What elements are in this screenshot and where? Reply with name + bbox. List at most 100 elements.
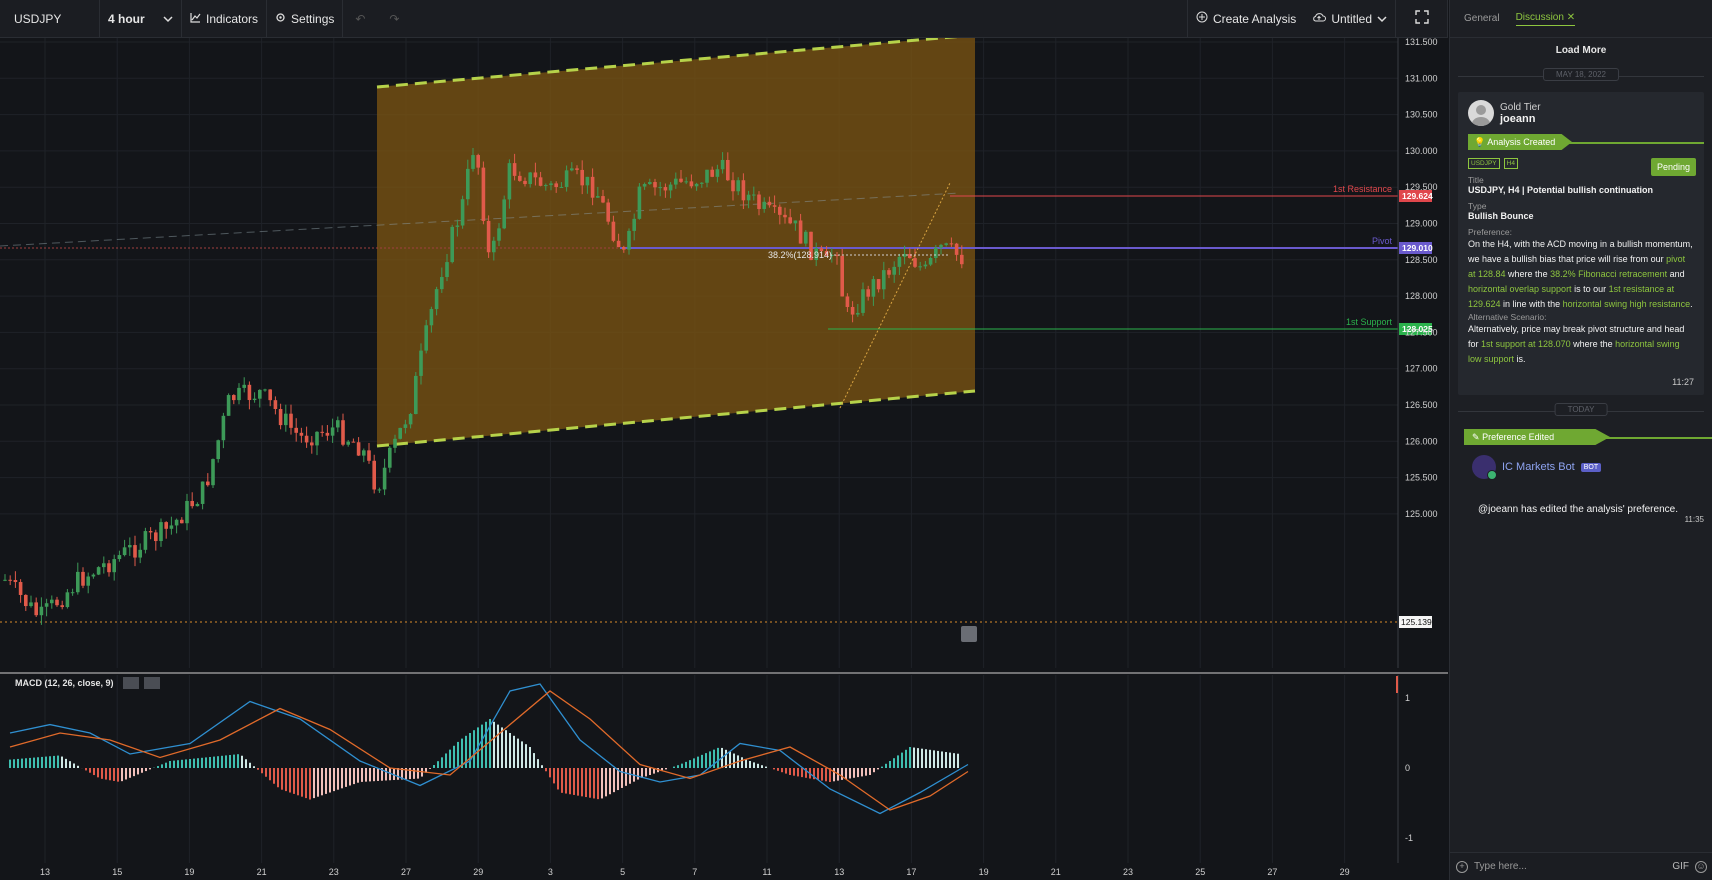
candle-body — [554, 183, 558, 188]
gif-button[interactable]: GIF — [1672, 861, 1689, 872]
symbol-tag: USDJPY — [1468, 158, 1500, 169]
chart-canvas[interactable]: 1st Resistance 129.624 Pivot 129.010 1st Sup… — [0, 33, 1448, 880]
symbol-label: USDJPY — [14, 11, 62, 26]
candle-body — [143, 531, 148, 550]
pencil-icon: ✎ — [1472, 432, 1480, 442]
date-tick-label: 27 — [401, 867, 411, 877]
interval-dropdown[interactable]: 4 hour — [100, 0, 182, 38]
username[interactable]: joeann — [1500, 113, 1541, 125]
date-tick-label: 13 — [834, 867, 844, 877]
symbol-selector[interactable]: USDJPY — [0, 0, 100, 38]
avatar[interactable] — [1468, 100, 1494, 126]
load-more-button[interactable]: Load More — [1450, 41, 1712, 60]
candle-body — [892, 266, 896, 275]
candle-body — [601, 196, 605, 203]
candle-body — [715, 169, 720, 177]
undo-button[interactable]: ↶ — [343, 0, 377, 38]
candle-body — [871, 279, 876, 297]
candle-body — [195, 503, 200, 507]
candle-body — [148, 531, 153, 533]
redo-button[interactable]: ↷ — [377, 0, 411, 38]
settings-button[interactable]: Settings — [267, 0, 344, 38]
candle-body — [294, 427, 298, 433]
alternative-text: Alternatively, price may break pivot str… — [1468, 324, 1685, 364]
candle-body — [694, 183, 699, 187]
date-tick-label: 3 — [548, 867, 553, 877]
bot-avatar[interactable] — [1472, 455, 1497, 480]
tab-discussion[interactable]: Discussion ✕ — [1515, 11, 1576, 26]
candle-body — [731, 180, 735, 192]
candle-body — [273, 400, 278, 409]
trading-app: USDJPY 4 hour Indicators Settings ↶ ↷ Cr… — [0, 0, 1712, 880]
macd-label: MACD (12, 26, close, 9) — [15, 678, 114, 688]
fullscreen-button[interactable] — [1396, 0, 1448, 38]
candle-body — [29, 602, 33, 607]
candle-body — [559, 186, 564, 188]
price-chart[interactable]: 1st Resistance 129.624 Pivot 129.010 1st Sup… — [0, 33, 1448, 880]
candle-body — [736, 180, 740, 192]
candle-body — [471, 155, 475, 169]
preference-label: Preference: — [1468, 227, 1512, 237]
candle-body — [866, 289, 870, 297]
candle-body — [424, 325, 428, 351]
candle-body — [377, 489, 382, 491]
message-input[interactable] — [1474, 861, 1667, 872]
candle-body — [897, 256, 902, 267]
untitled-dropdown[interactable]: Untitled — [1304, 0, 1396, 38]
candle-body — [653, 182, 657, 188]
candle-body — [544, 185, 548, 187]
candle-body — [580, 169, 584, 186]
alternative-label: Alternative Scenario: — [1468, 312, 1547, 322]
candle-body — [679, 178, 683, 182]
tab-general[interactable]: General — [1464, 13, 1500, 24]
candle-body — [81, 571, 85, 586]
candle-body — [216, 440, 220, 460]
status-badge: Pending — [1650, 158, 1696, 176]
candle-body — [502, 199, 506, 229]
support-label: 1st Support — [1346, 317, 1393, 327]
candle-body — [960, 254, 964, 265]
candle-body — [258, 389, 262, 399]
tab-discussion-label: Discussion — [1515, 11, 1564, 23]
candle-body — [856, 312, 860, 315]
undo-icon: ↶ — [355, 11, 366, 26]
candle-body — [382, 467, 387, 490]
candle-body — [949, 243, 954, 245]
date-tick-label: 25 — [1195, 867, 1205, 877]
candle-body — [159, 522, 163, 542]
date-tick-label: 11 — [762, 867, 771, 877]
indicators-button[interactable]: Indicators — [182, 0, 268, 38]
preference-text: On the H4, with the ACD moving in a bull… — [1468, 239, 1693, 309]
candle-body — [720, 159, 725, 170]
candle-body — [174, 519, 179, 526]
candle-body — [918, 266, 922, 268]
candle-body — [76, 571, 80, 593]
resistance-label: 1st Resistance — [1333, 184, 1392, 194]
bot-name[interactable]: IC Markets Bot — [1502, 461, 1575, 473]
candle-body — [486, 220, 491, 253]
candle-body — [8, 579, 12, 581]
price-tick-label: 125.500 — [1405, 473, 1438, 483]
emoji-icon[interactable]: ☺ — [1695, 860, 1707, 873]
price-tick-label: 130.500 — [1405, 110, 1438, 120]
edit-event-label: Preference Edited — [1482, 432, 1555, 442]
date-tick-label: 17 — [906, 867, 916, 877]
event-label: Analysis Created — [1487, 137, 1556, 147]
preference-edited-flag: ✎ Preference Edited — [1464, 429, 1610, 445]
create-analysis-button[interactable]: Create Analysis — [1186, 0, 1304, 38]
date-separator: MAY 18, 2022 — [1450, 68, 1712, 84]
candle-body — [845, 296, 850, 307]
candle-body — [330, 427, 335, 436]
candle-body — [705, 169, 709, 183]
plus-circle-icon[interactable]: + — [1456, 860, 1468, 873]
candle-body — [689, 181, 694, 187]
candle-body — [778, 206, 782, 215]
candle-body — [481, 167, 486, 221]
candle-body — [627, 230, 631, 250]
candle-body — [793, 220, 798, 224]
price-tick-label: 125.000 — [1405, 509, 1438, 519]
close-icon[interactable]: ✕ — [1567, 12, 1575, 23]
candle-body — [518, 175, 522, 181]
candle-body — [211, 459, 215, 486]
candle-body — [315, 431, 319, 446]
